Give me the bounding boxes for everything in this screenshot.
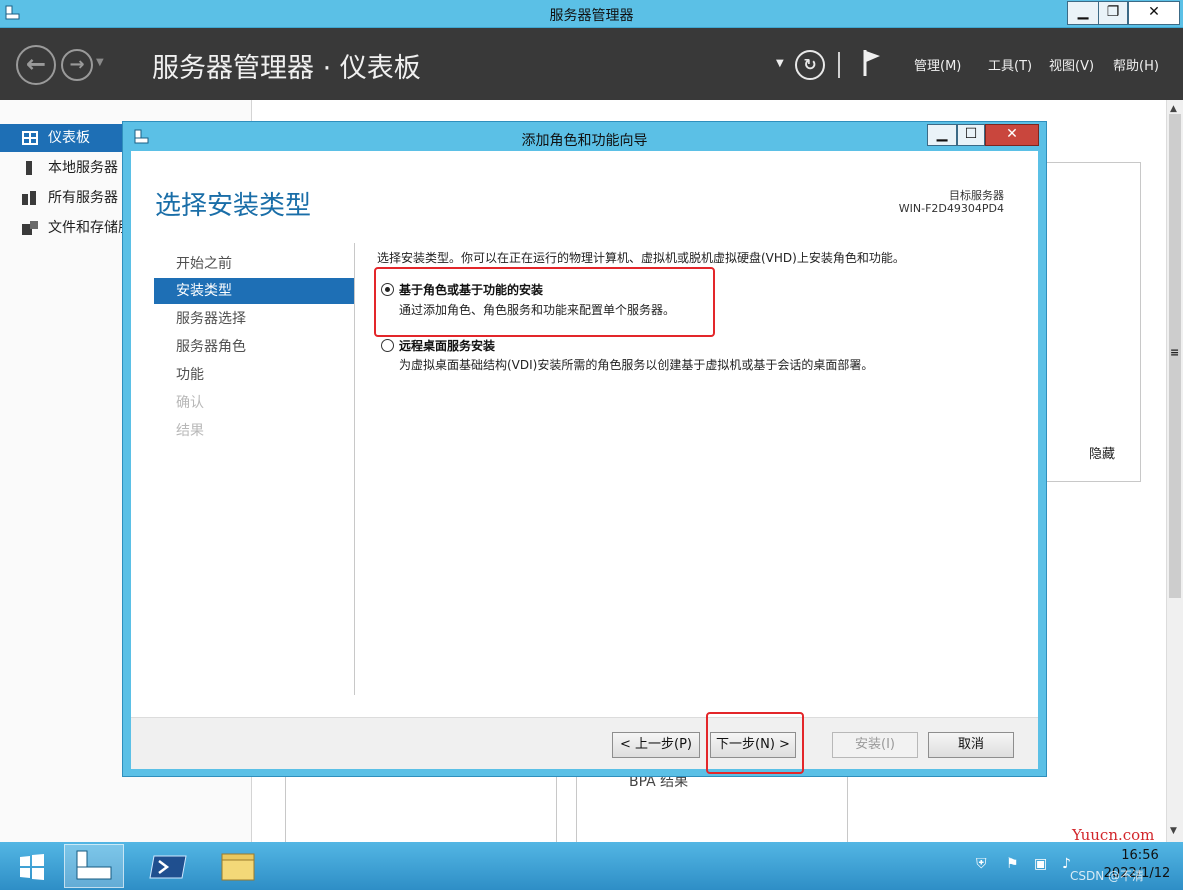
hide-link[interactable]: 隐藏: [1089, 443, 1115, 462]
server-manager-taskbar-icon: [76, 850, 112, 880]
scroll-up-icon[interactable]: ▲: [1170, 104, 1177, 114]
step-server-roles[interactable]: 服务器角色: [154, 334, 354, 360]
target-server-label: 目标服务器: [949, 189, 1004, 202]
background-tile-2: BPA 结果: [576, 770, 848, 850]
install-button: 安装(I): [832, 732, 918, 758]
main-title-bar: 服务器管理器 ▁ ❐ ✕: [0, 0, 1183, 28]
wizard-heading: 选择安装类型: [155, 191, 312, 221]
main-scrollbar[interactable]: ▲ ≡ ▼: [1166, 100, 1183, 842]
servers-icon: [22, 191, 36, 205]
header-divider: [838, 52, 840, 78]
previous-button[interactable]: < 上一步(P): [612, 732, 700, 758]
tray-network-icon[interactable]: ⛨: [976, 856, 987, 872]
cancel-button[interactable]: 取消: [928, 732, 1014, 758]
forward-arrow-icon[interactable]: →: [61, 49, 93, 81]
step-confirmation: 确认: [176, 395, 204, 411]
menu-view[interactable]: 视图(V): [1049, 55, 1094, 74]
nav-item-label: 所有服务器: [48, 190, 118, 206]
scroll-down-icon[interactable]: ▼: [1170, 826, 1177, 836]
step-before-you-begin[interactable]: 开始之前: [154, 251, 354, 277]
taskbar-server-manager[interactable]: [64, 844, 124, 888]
app-header: ← → ▼ 服务器管理器 · 仪表板 ▼ ↻ 管理(M) 工具(T) 视图(V)…: [0, 28, 1183, 100]
history-dropdown-icon[interactable]: ▼: [96, 57, 104, 68]
nav-item-label: 仪表板: [48, 130, 90, 146]
minimize-button[interactable]: ▁: [1067, 1, 1099, 25]
powershell-icon: [149, 855, 187, 879]
remote-desktop-install-radio[interactable]: [381, 339, 394, 352]
refresh-icon[interactable]: ↻: [795, 50, 825, 80]
install-type-intro: 选择安装类型。你可以在正在运行的物理计算机、虚拟机或脱机虚拟硬盘(VHD)上安装…: [377, 251, 905, 265]
background-tile-1: [285, 770, 557, 850]
target-server-value: WIN-F2D49304PD4: [898, 202, 1004, 215]
close-button[interactable]: ✕: [1128, 1, 1180, 25]
taskbar-powershell[interactable]: [140, 844, 200, 888]
remote-desktop-install-title[interactable]: 远程桌面服务安装: [399, 337, 495, 354]
tray-action-center-icon[interactable]: ⚑: [1006, 856, 1019, 872]
dialog-title: 添加角色和功能向导: [521, 133, 648, 149]
start-button[interactable]: [2, 844, 62, 888]
folder-icon: [221, 853, 255, 881]
notifications-flag-icon[interactable]: [862, 48, 882, 78]
highlight-box-next-button: [706, 712, 804, 774]
server-icon: [26, 161, 32, 175]
tray-display-icon[interactable]: ▣: [1034, 856, 1047, 872]
back-arrow-icon[interactable]: ←: [16, 45, 56, 85]
main-window-title: 服务器管理器: [549, 8, 634, 24]
step-features[interactable]: 功能: [154, 362, 354, 388]
menu-tools[interactable]: 工具(T): [988, 55, 1032, 74]
step-results: 结果: [176, 423, 204, 439]
scroll-grip-icon: ≡: [1170, 346, 1180, 359]
restore-button[interactable]: ❐: [1098, 1, 1128, 25]
refresh-dropdown-icon[interactable]: ▼: [776, 58, 784, 69]
remote-desktop-install-description: 为虚拟桌面基础结构(VDI)安装所需的角色服务以创建基于虚拟机或基于会话的桌面部…: [399, 358, 874, 372]
step-installation-type[interactable]: 安装类型: [154, 278, 354, 304]
windows-logo-icon: [20, 854, 44, 880]
clock-time[interactable]: 16:56: [1100, 848, 1180, 863]
dialog-close-button[interactable]: ✕: [985, 124, 1039, 146]
menu-help[interactable]: 帮助(H): [1113, 55, 1159, 74]
step-server-selection[interactable]: 服务器选择: [154, 306, 354, 332]
taskbar: ⛨ ⚑ ▣ ♪ 16:56 2022/1/12 CSDN @不清: [0, 842, 1183, 890]
dialog-body: 选择安装类型 目标服务器 WIN-F2D49304PD4 开始之前 安装类型 服…: [131, 151, 1038, 769]
csdn-watermark: CSDN @不清: [1070, 869, 1145, 883]
steps-divider: [354, 243, 355, 695]
dashboard-icon: [22, 131, 38, 145]
highlight-box-role-option: [374, 267, 715, 337]
dialog-minimize-button[interactable]: ▁: [927, 124, 957, 146]
site-watermark: Yuucn.com: [1072, 826, 1155, 844]
page-title: 服务器管理器 · 仪表板: [152, 53, 421, 84]
menu-manage[interactable]: 管理(M): [914, 55, 961, 74]
taskbar-file-explorer[interactable]: [208, 844, 268, 888]
storage-icon: [22, 221, 38, 235]
dialog-footer: < 上一步(P) 下一步(N) > 安装(I) 取消: [131, 717, 1038, 769]
add-roles-wizard-dialog: 添加角色和功能向导 ▁ ☐ ✕ 选择安装类型 目标服务器 WIN-F2D4930…: [122, 121, 1047, 777]
dialog-maximize-button[interactable]: ☐: [957, 124, 985, 146]
nav-item-label: 本地服务器: [48, 160, 118, 176]
